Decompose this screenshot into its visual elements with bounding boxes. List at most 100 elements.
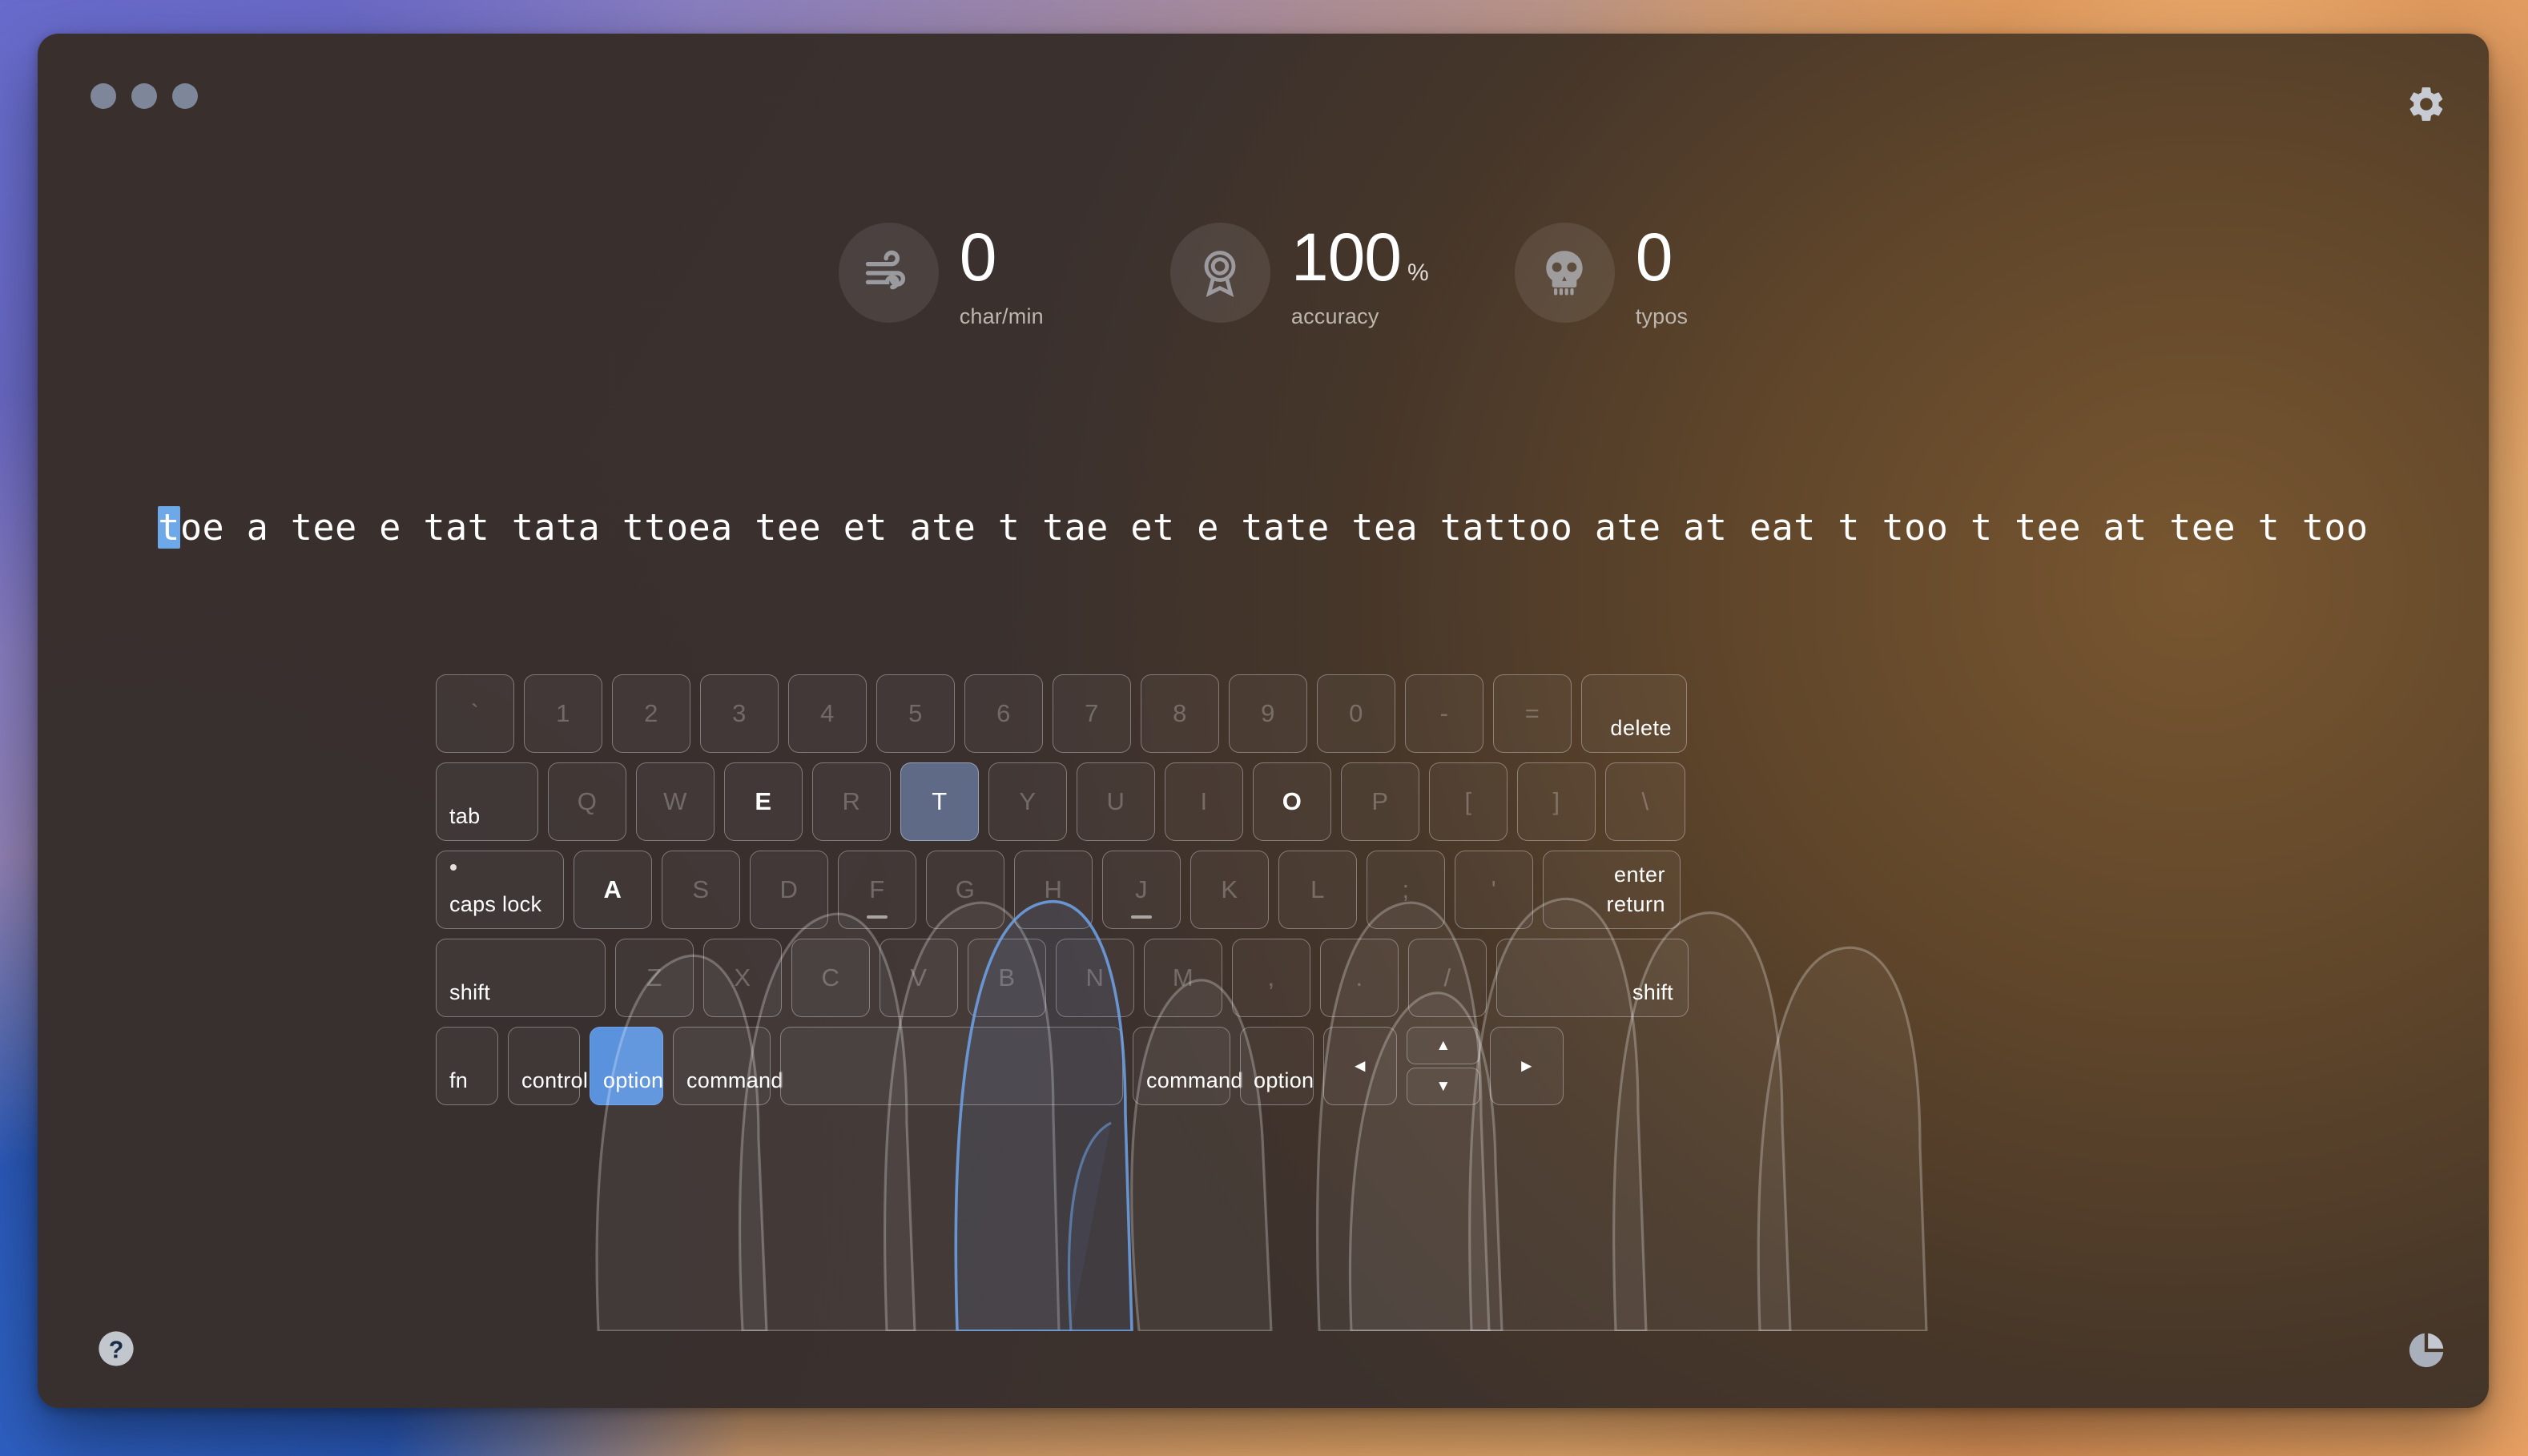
key-shift-left[interactable]: shift bbox=[436, 939, 606, 1017]
keyboard-row-zxcv: shift Z X C V B N M , . / shift bbox=[436, 939, 2166, 1017]
window-minimize-button[interactable] bbox=[131, 83, 157, 109]
key-u[interactable]: U bbox=[1077, 762, 1155, 841]
key-1[interactable]: 1 bbox=[524, 674, 602, 753]
key-delete[interactable]: delete bbox=[1581, 674, 1687, 753]
key-command-left[interactable]: command bbox=[673, 1027, 783, 1105]
key-o[interactable]: O bbox=[1253, 762, 1331, 841]
key-0[interactable]: 0 bbox=[1317, 674, 1395, 753]
virtual-keyboard: ` 1 2 3 4 5 6 7 8 9 0 - = delete tab Q W… bbox=[436, 674, 2166, 1115]
key-b[interactable]: B bbox=[968, 939, 1046, 1017]
key-d[interactable]: D bbox=[750, 851, 828, 929]
keyboard-row-qwerty: tab Q W E R T Y U I O P [ ] \ bbox=[436, 762, 2166, 841]
key-5[interactable]: 5 bbox=[876, 674, 955, 753]
key-j-label: J bbox=[1135, 875, 1148, 903]
key-c[interactable]: C bbox=[791, 939, 870, 1017]
key-shift-right[interactable]: shift bbox=[1496, 939, 1689, 1017]
key-caps-lock[interactable]: caps lock bbox=[436, 851, 564, 929]
key-arrow-up[interactable]: ▲ bbox=[1407, 1027, 1480, 1064]
stats-bar: 0 char/min 100 % accuracy 0 typos bbox=[38, 223, 2489, 329]
key-l[interactable]: L bbox=[1278, 851, 1357, 929]
key-quote[interactable]: ' bbox=[1455, 851, 1533, 929]
stat-value: 100 bbox=[1290, 219, 1402, 295]
key-3[interactable]: 3 bbox=[700, 674, 779, 753]
key-option-left[interactable]: option bbox=[590, 1027, 663, 1105]
key-minus[interactable]: - bbox=[1405, 674, 1483, 753]
key-v[interactable]: V bbox=[880, 939, 958, 1017]
keyboard-row-modifiers: fn control option command command option… bbox=[436, 1027, 2166, 1105]
key-f[interactable]: F bbox=[838, 851, 916, 929]
key-comma[interactable]: , bbox=[1232, 939, 1310, 1017]
key-period[interactable]: . bbox=[1320, 939, 1399, 1017]
key-2[interactable]: 2 bbox=[612, 674, 690, 753]
key-j[interactable]: J bbox=[1102, 851, 1181, 929]
window-close-button[interactable] bbox=[91, 83, 116, 109]
key-p[interactable]: P bbox=[1341, 762, 1419, 841]
key-slash[interactable]: / bbox=[1408, 939, 1487, 1017]
key-control[interactable]: control bbox=[508, 1027, 588, 1105]
key-w[interactable]: W bbox=[636, 762, 715, 841]
stat-typos: 0 typos bbox=[1514, 219, 1689, 329]
stat-label: accuracy bbox=[1290, 304, 1379, 328]
key-n[interactable]: N bbox=[1056, 939, 1134, 1017]
key-h[interactable]: H bbox=[1014, 851, 1093, 929]
svg-text:?: ? bbox=[109, 1337, 124, 1364]
stat-label: typos bbox=[1635, 304, 1689, 328]
key-q[interactable]: Q bbox=[548, 762, 626, 841]
key-space[interactable] bbox=[780, 1027, 1123, 1105]
help-button[interactable]: ? bbox=[95, 1328, 137, 1370]
window-titlebar bbox=[38, 34, 2489, 130]
key-equals[interactable]: = bbox=[1493, 674, 1572, 753]
stat-value: 0 bbox=[1635, 219, 1673, 295]
key-tab[interactable]: tab bbox=[436, 762, 538, 841]
key-semicolon[interactable]: ; bbox=[1367, 851, 1445, 929]
keyboard-row-home: caps lock A S D F G H J K L ; ' enter re… bbox=[436, 851, 2166, 929]
key-a[interactable]: A bbox=[574, 851, 652, 929]
pie-chart-icon[interactable] bbox=[2405, 1329, 2447, 1371]
key-4[interactable]: 4 bbox=[788, 674, 867, 753]
key-enter-label: enter bbox=[1613, 863, 1665, 887]
key-return-label: return bbox=[1606, 892, 1665, 916]
stat-label: char/min bbox=[959, 304, 1044, 328]
key-caps-lock-label: caps lock bbox=[449, 892, 542, 916]
key-t[interactable]: T bbox=[900, 762, 979, 841]
typing-prompt-line: toe a tee e tat tata ttoea tee et ate t … bbox=[38, 506, 2489, 549]
key-z[interactable]: Z bbox=[615, 939, 694, 1017]
window-maximize-button[interactable] bbox=[172, 83, 198, 109]
typing-cursor: t bbox=[158, 506, 180, 549]
key-bracket-right[interactable]: ] bbox=[1517, 762, 1596, 841]
app-window: 0 char/min 100 % accuracy 0 typos toe a … bbox=[38, 34, 2489, 1408]
stat-accuracy: 100 % accuracy bbox=[1169, 219, 1429, 329]
key-9[interactable]: 9 bbox=[1229, 674, 1307, 753]
award-medal-icon bbox=[1169, 223, 1270, 323]
key-command-right[interactable]: command bbox=[1133, 1027, 1242, 1105]
key-g[interactable]: G bbox=[926, 851, 1004, 929]
key-backslash[interactable]: \ bbox=[1605, 762, 1685, 841]
key-y[interactable]: Y bbox=[988, 762, 1067, 841]
key-6[interactable]: 6 bbox=[964, 674, 1043, 753]
skull-icon bbox=[1514, 223, 1615, 323]
stat-value: 0 bbox=[959, 219, 997, 295]
key-option-right[interactable]: option bbox=[1240, 1027, 1314, 1105]
key-i[interactable]: I bbox=[1165, 762, 1243, 841]
arrow-key-stack: ▲ ▼ bbox=[1407, 1027, 1480, 1105]
stat-unit: % bbox=[1407, 259, 1429, 286]
key-arrow-right[interactable]: ► bbox=[1490, 1027, 1564, 1105]
key-r[interactable]: R bbox=[812, 762, 891, 841]
key-fn[interactable]: fn bbox=[436, 1027, 498, 1105]
key-enter-return[interactable]: enter return bbox=[1543, 851, 1681, 929]
key-7[interactable]: 7 bbox=[1053, 674, 1131, 753]
key-arrow-left[interactable]: ◄ bbox=[1323, 1027, 1397, 1105]
key-bracket-left[interactable]: [ bbox=[1429, 762, 1508, 841]
home-row-indicator-f bbox=[867, 915, 888, 919]
key-e[interactable]: E bbox=[724, 762, 803, 841]
typing-remaining-text: oe a tee e tat tata ttoea tee et ate t t… bbox=[179, 506, 2369, 549]
key-backtick[interactable]: ` bbox=[436, 674, 514, 753]
key-s[interactable]: S bbox=[662, 851, 740, 929]
key-arrow-down[interactable]: ▼ bbox=[1407, 1068, 1480, 1105]
key-8[interactable]: 8 bbox=[1141, 674, 1219, 753]
key-k[interactable]: K bbox=[1190, 851, 1269, 929]
key-x[interactable]: X bbox=[703, 939, 782, 1017]
gear-icon[interactable] bbox=[2405, 83, 2447, 125]
stat-char-per-min: 0 char/min bbox=[838, 219, 1044, 329]
key-m[interactable]: M bbox=[1144, 939, 1222, 1017]
